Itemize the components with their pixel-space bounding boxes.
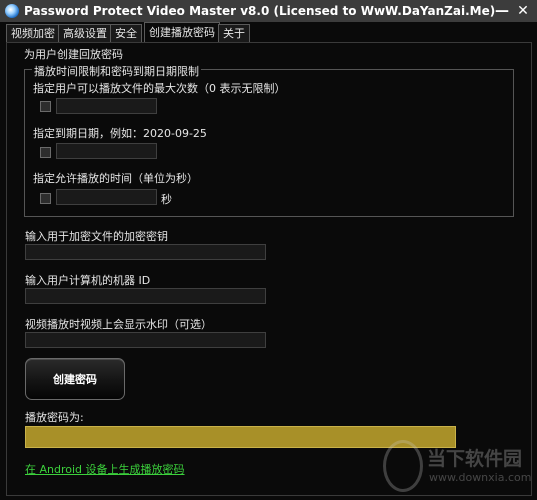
title-bar: Password Protect Video Master v8.0 (Lice…	[0, 0, 537, 22]
max-plays-label: 指定用户可以播放文件的最大次数（0 表示无限制）	[33, 82, 286, 95]
play-duration-input[interactable]	[56, 189, 157, 205]
max-plays-input[interactable]	[56, 98, 157, 114]
expiry-date-checkbox[interactable]	[40, 147, 51, 158]
expiry-date-input[interactable]	[56, 143, 157, 159]
tab-advanced-settings[interactable]: 高级设置	[58, 24, 112, 42]
tab-video-encrypt[interactable]: 视频加密	[6, 24, 60, 42]
android-generate-link[interactable]: 在 Android 设备上生成播放密码	[25, 461, 185, 477]
close-button[interactable]: ✕	[514, 2, 532, 20]
encryption-key-label: 输入用于加密文件的加密密钥	[25, 230, 168, 243]
encryption-key-input[interactable]	[25, 244, 266, 260]
create-password-button-label: 创建密码	[53, 373, 97, 386]
machine-id-input[interactable]	[25, 288, 266, 304]
app-icon	[5, 4, 19, 18]
watermark-text-label: 视频播放时视频上会显示水印（可选）	[25, 318, 212, 331]
play-duration-label: 指定允许播放的时间（单位为秒）	[33, 172, 198, 185]
watermark-site-name: 当下软件园	[427, 448, 523, 470]
expiry-date-label: 指定到期日期，例如：2020-09-25	[33, 127, 207, 140]
watermark-logo-icon	[383, 440, 423, 492]
tab-security[interactable]: 安全	[110, 24, 142, 42]
play-password-label: 播放密码为:	[25, 411, 84, 424]
tab-create-play-password[interactable]: 创建播放密码	[144, 22, 220, 43]
limits-group-title: 播放时间限制和密码到期日期限制	[32, 63, 201, 79]
tab-about[interactable]: 关于	[218, 24, 250, 42]
play-duration-checkbox[interactable]	[40, 193, 51, 204]
max-plays-checkbox[interactable]	[40, 101, 51, 112]
site-watermark: 当下软件园 www.downxia.com	[383, 440, 533, 496]
minimize-button[interactable]: —	[493, 2, 511, 20]
window-title: Password Protect Video Master v8.0 (Lice…	[24, 4, 496, 18]
watermark-site-url: www.downxia.com	[429, 471, 532, 484]
create-password-button[interactable]: 创建密码	[25, 358, 125, 400]
section-title: 为用户创建回放密码	[24, 48, 123, 61]
machine-id-label: 输入用户计算机的机器 ID	[25, 274, 151, 287]
seconds-unit-label: 秒	[161, 193, 172, 206]
watermark-text-input[interactable]	[25, 332, 266, 348]
